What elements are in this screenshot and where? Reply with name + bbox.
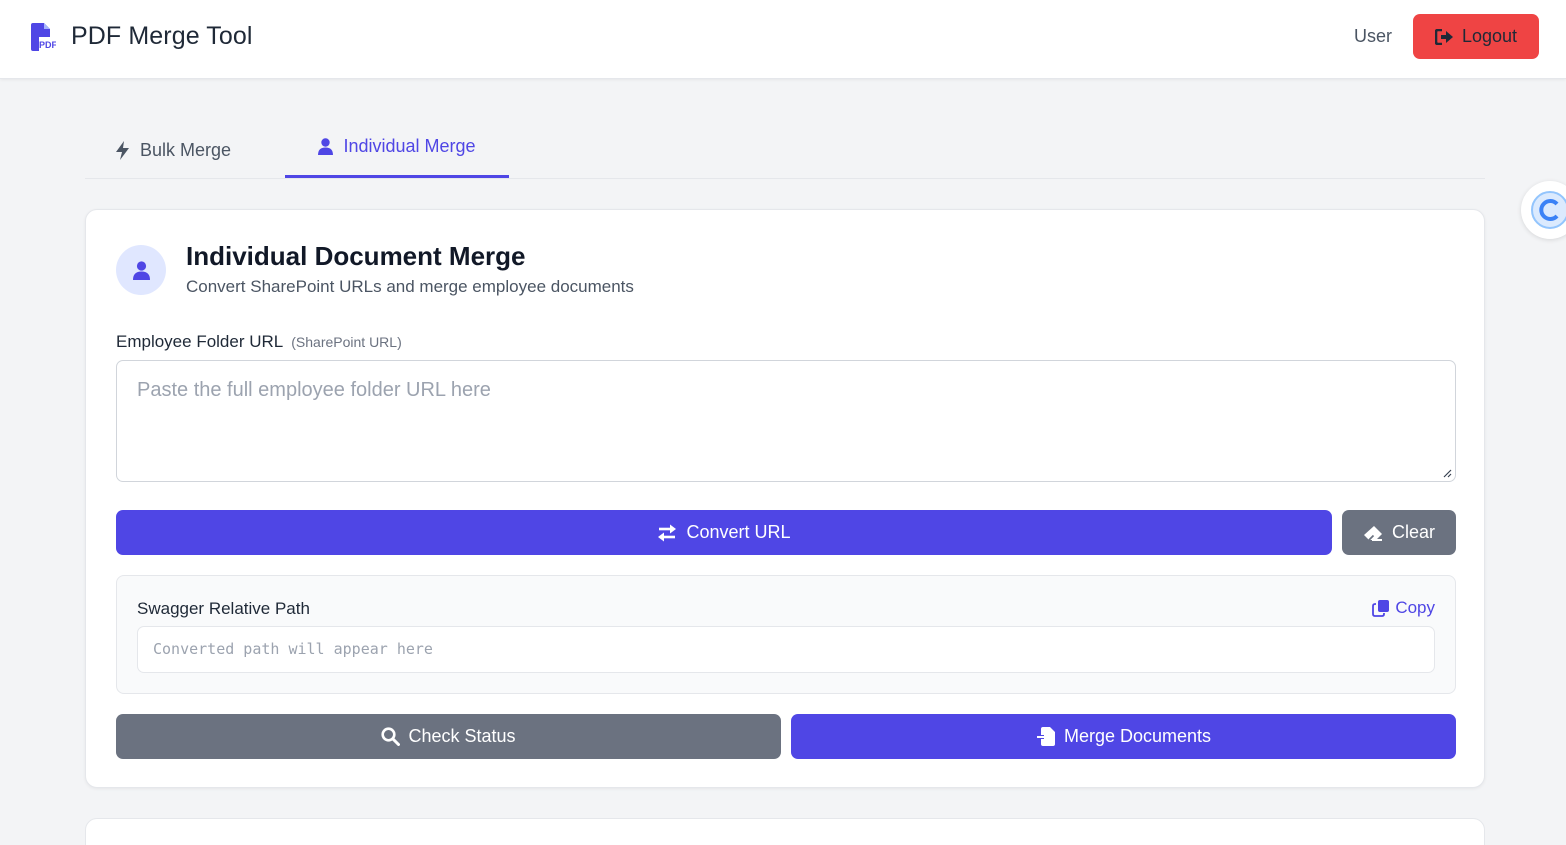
- sign-out-icon: [1434, 28, 1453, 45]
- logout-label: Logout: [1461, 26, 1518, 46]
- swagger-path-output[interactable]: Converted path will appear here: [137, 626, 1435, 673]
- app-title: PDF Merge Tool: [71, 22, 253, 50]
- search-icon: [381, 727, 401, 746]
- merge-tabs: Bulk Merge Individual Merge: [85, 118, 1485, 179]
- card-title: Individual Document Merge: [186, 241, 526, 271]
- swagger-path-panel: Swagger Relative Path Copy Converted pat…: [116, 575, 1456, 694]
- field-label-text: Employee Folder URL: [116, 332, 284, 351]
- path-placeholder: Converted path will appear here: [153, 640, 433, 658]
- individual-merge-card: Individual Document Merge Convert ShareP…: [85, 209, 1485, 788]
- employee-folder-label: Employee Folder URL (SharePoint URL): [116, 332, 402, 352]
- convert-url-label: Convert URL: [686, 522, 791, 542]
- url-placeholder: Paste the full employee folder URL here: [137, 379, 491, 401]
- field-hint: (SharePoint URL): [291, 334, 402, 350]
- user-icon: [318, 138, 334, 155]
- merge-documents-label: Merge Documents: [1063, 726, 1212, 746]
- tab-individual-merge[interactable]: Individual Merge: [285, 118, 509, 178]
- copy-label: Copy: [1395, 598, 1435, 617]
- convert-url-button[interactable]: Convert URL: [116, 510, 1332, 555]
- clear-button[interactable]: Clear: [1342, 510, 1456, 555]
- copy-icon: [1372, 600, 1390, 617]
- next-card: [85, 818, 1485, 845]
- user-label: User: [1354, 26, 1393, 46]
- bolt-icon: [116, 141, 129, 160]
- eraser-icon: [1363, 525, 1382, 541]
- file-import-icon: [1036, 727, 1055, 746]
- card-subtitle: Convert SharePoint URLs and merge employ…: [186, 277, 634, 296]
- floating-assistant-widget[interactable]: [1521, 181, 1566, 239]
- swagger-path-label: Swagger Relative Path: [137, 599, 310, 618]
- assistant-logo-icon: [1531, 191, 1566, 229]
- check-status-button[interactable]: Check Status: [116, 714, 781, 759]
- brand: PDF PDF Merge Tool: [30, 22, 253, 51]
- copy-button[interactable]: Copy: [1372, 598, 1435, 618]
- tab-bulk-merge[interactable]: Bulk Merge: [115, 120, 231, 181]
- tab-label: Individual Merge: [343, 136, 476, 156]
- exchange-arrows-icon: [658, 524, 677, 541]
- app-header: PDF PDF Merge Tool User Logout: [0, 0, 1566, 79]
- clear-label: Clear: [1391, 522, 1435, 542]
- merge-documents-button[interactable]: Merge Documents: [791, 714, 1456, 759]
- logout-button[interactable]: Logout: [1413, 14, 1539, 59]
- resize-handle-icon[interactable]: [1443, 469, 1452, 478]
- avatar: [116, 245, 166, 295]
- check-status-label: Check Status: [408, 726, 516, 746]
- svg-text:PDF: PDF: [39, 40, 56, 50]
- employee-folder-url-input[interactable]: Paste the full employee folder URL here: [116, 360, 1456, 482]
- tab-label: Bulk Merge: [140, 140, 232, 160]
- pdf-file-icon: PDF: [31, 22, 56, 51]
- user-icon: [132, 260, 150, 280]
